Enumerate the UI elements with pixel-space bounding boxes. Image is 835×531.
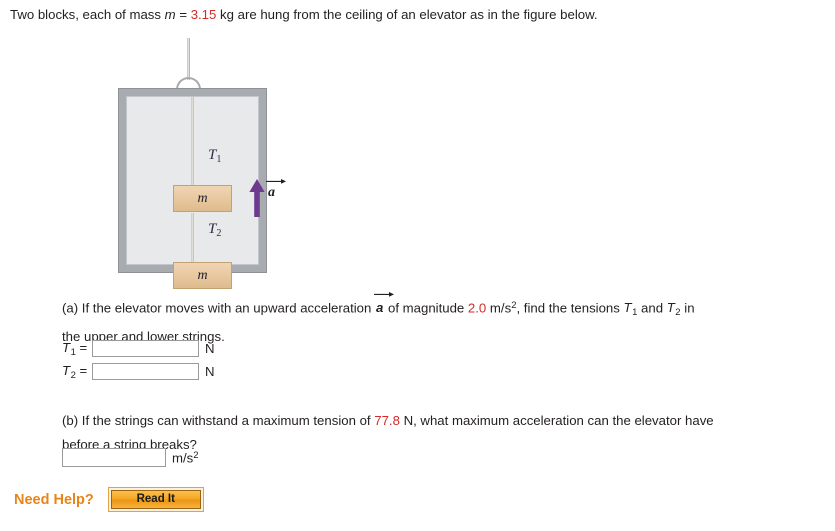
tension-label-t2: T2 — [208, 221, 221, 239]
prompt-text-lead: Two blocks, each of mass — [10, 7, 165, 22]
part-a-text-5: in — [680, 300, 695, 316]
part-a-tension-2: T2 — [666, 300, 681, 318]
elevator-box: T1 T2 m m a — [119, 89, 286, 289]
part-a-text-1: If the elevator moves with an upward acc… — [78, 300, 375, 316]
lower-block-label: m — [197, 267, 208, 283]
unit-label-t1: N — [205, 341, 215, 357]
prompt-equals: = — [175, 7, 191, 22]
lower-block: m — [173, 262, 232, 289]
tension-label-t1-sub: 1 — [216, 154, 222, 166]
part-b-text-2: N, what maximum acceleration can the ele… — [399, 413, 714, 428]
elevator-figure: T1 T2 m m a — [110, 33, 290, 289]
vector-arrow-overbar-icon — [374, 291, 394, 297]
answer-row-t2: T2 = N — [62, 363, 215, 381]
read-it-button-frame: Read It — [107, 487, 204, 512]
acceleration-letter: a — [268, 185, 275, 200]
part-a-accel-value: 2.0 — [467, 300, 487, 316]
part-a-marker: (a) — [62, 300, 79, 316]
upper-block: m — [173, 185, 232, 212]
acceleration-arrow-icon — [249, 179, 265, 217]
part-a-text-3: , find the tensions — [516, 300, 624, 316]
part-a-text-4: and — [637, 300, 667, 316]
need-help-section: Need Help? Read It — [14, 487, 204, 512]
mass-value: 3.15 — [190, 7, 217, 22]
ceiling-cable — [187, 38, 190, 80]
mass-symbol: m — [164, 7, 176, 22]
tension-label-t2-sub: 2 — [216, 228, 222, 240]
upper-block-label: m — [197, 190, 208, 206]
part-a-accel-letter: a — [376, 300, 384, 316]
tension-t1-input[interactable] — [92, 340, 199, 358]
vector-arrow-overbar-icon — [266, 179, 286, 184]
answer-row-t1: T1 = N — [62, 340, 215, 358]
lower-string — [191, 213, 194, 265]
equals-sign-t1: = — [79, 340, 88, 355]
max-acceleration-input[interactable] — [62, 448, 166, 467]
part-b-tension-value: 77.8 — [374, 413, 400, 428]
elevator-interior: T1 T2 m m a — [126, 96, 286, 289]
tension-label-t1: T1 — [208, 147, 221, 165]
equals-sign-t2: = — [79, 363, 88, 378]
problem-statement: Two blocks, each of mass m = 3.15 kg are… — [10, 5, 825, 24]
part-a-tension-1: T1 — [623, 300, 638, 318]
answer-label-t1: T1 = — [62, 340, 88, 358]
need-help-label: Need Help? — [14, 491, 94, 508]
part-b-text-1: If the strings can withstand a maximum t… — [78, 413, 375, 428]
acceleration-vector-label: a — [266, 179, 286, 201]
part-a-text-2: of magnitude — [384, 300, 468, 316]
tension-t2-input[interactable] — [92, 363, 199, 381]
part-a-accel-vector: a — [374, 291, 394, 320]
unit-label-acceleration: m/s2 — [172, 449, 199, 466]
part-b-marker: (b) — [62, 413, 79, 428]
unit-label-t2: N — [205, 364, 215, 380]
read-it-button[interactable]: Read It — [110, 490, 201, 509]
upper-string — [191, 97, 194, 188]
answer-label-t2: T2 = — [62, 363, 88, 381]
part-a-accel-unit: m/s — [486, 300, 512, 316]
prompt-text-tail: kg are hung from the ceiling of an eleva… — [216, 7, 598, 22]
answer-row-part-b: m/s2 — [62, 448, 199, 467]
